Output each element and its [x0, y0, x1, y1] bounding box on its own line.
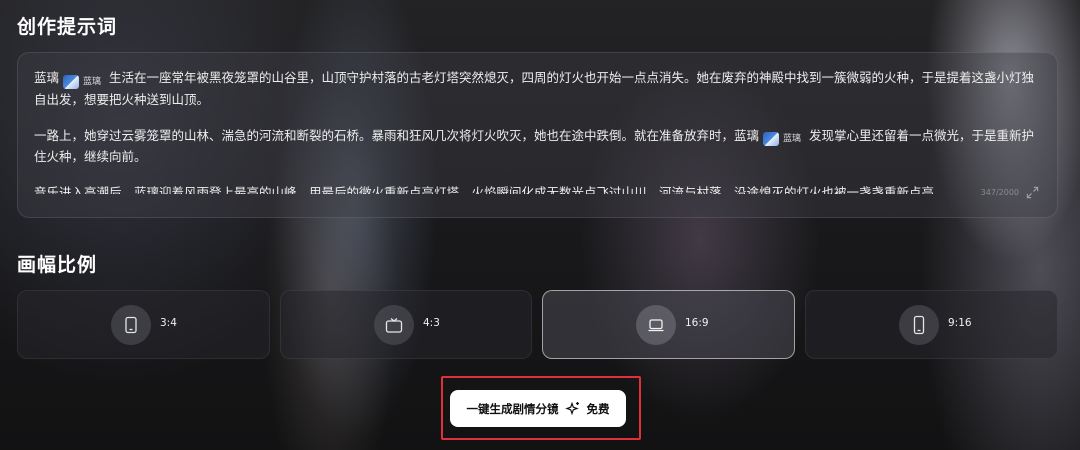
laptop-icon: [636, 305, 676, 345]
character-tag-label: 蓝璃: [83, 76, 102, 87]
prompt-text[interactable]: 蓝璃 蓝璃 生活在一座常年被黑夜笼罩的山谷里，山顶守护村落的古老灯塔突然熄灭，四周…: [34, 69, 1039, 194]
ratio-option-3-4[interactable]: 3:4: [17, 290, 270, 359]
ratio-section-title: 画幅比例: [17, 254, 98, 276]
character-tag[interactable]: 蓝璃: [763, 130, 801, 149]
expand-icon[interactable]: [1026, 186, 1039, 199]
prompt-section-title: 创作提示词: [17, 16, 118, 38]
tv-icon: [374, 305, 414, 345]
ratio-label: 4:3: [423, 317, 440, 329]
prompt-paragraph-2-text-a: 一路上，她穿过云雾笼罩的山林、湍急的河流和断裂的石桥。暴雨和狂风几次将灯火吹灭，…: [34, 127, 735, 143]
generate-storyboard-button[interactable]: 一键生成剧情分镜 免费: [450, 390, 626, 427]
character-thumbnail: [63, 74, 80, 89]
generate-button-label: 一键生成剧情分镜: [466, 401, 559, 416]
prompt-textarea[interactable]: 蓝璃 蓝璃 生活在一座常年被黑夜笼罩的山谷里，山顶守护村落的古老灯塔突然熄灭，四周…: [17, 52, 1058, 218]
free-label: 免费: [586, 401, 610, 416]
char-counter: 347/2000: [980, 188, 1019, 197]
prompt-paragraph-3: 音乐进入高潮后，蓝璃迎着风雨登上最高的山峰，用最后的微火重新点亮灯塔。火焰瞬间化…: [34, 185, 947, 194]
ratio-option-16-9[interactable]: 16:9: [542, 290, 795, 359]
ratio-option-4-3[interactable]: 4:3: [280, 290, 532, 359]
prompt-paragraph-2: 一路上，她穿过云雾笼罩的山林、湍急的河流和断裂的石桥。暴雨和狂风几次将灯火吹灭，…: [34, 127, 1039, 167]
prompt-paragraph-1: 蓝璃 蓝璃 生活在一座常年被黑夜笼罩的山谷里，山顶守护村落的古老灯塔突然熄灭，四周…: [34, 69, 1039, 109]
portrait-tablet-icon: [111, 305, 151, 345]
ratio-label: 9:16: [948, 317, 972, 329]
character-name: 蓝璃: [734, 127, 760, 143]
ratio-label: 16:9: [685, 317, 709, 329]
phone-icon: [899, 305, 939, 345]
ratio-label: 3:4: [160, 317, 177, 329]
character-thumbnail: [763, 132, 780, 146]
character-tag[interactable]: 蓝璃: [63, 72, 101, 91]
prompt-paragraph-1-text: 生活在一座常年被黑夜笼罩的山谷里，山顶守护村落的古老灯塔突然熄灭，四周的灯火也开…: [34, 70, 1035, 107]
ratio-option-9-16[interactable]: 9:16: [805, 290, 1058, 359]
character-tag-label: 蓝璃: [783, 134, 802, 144]
sparkle-icon: [564, 401, 579, 415]
character-name: 蓝璃: [34, 70, 60, 85]
